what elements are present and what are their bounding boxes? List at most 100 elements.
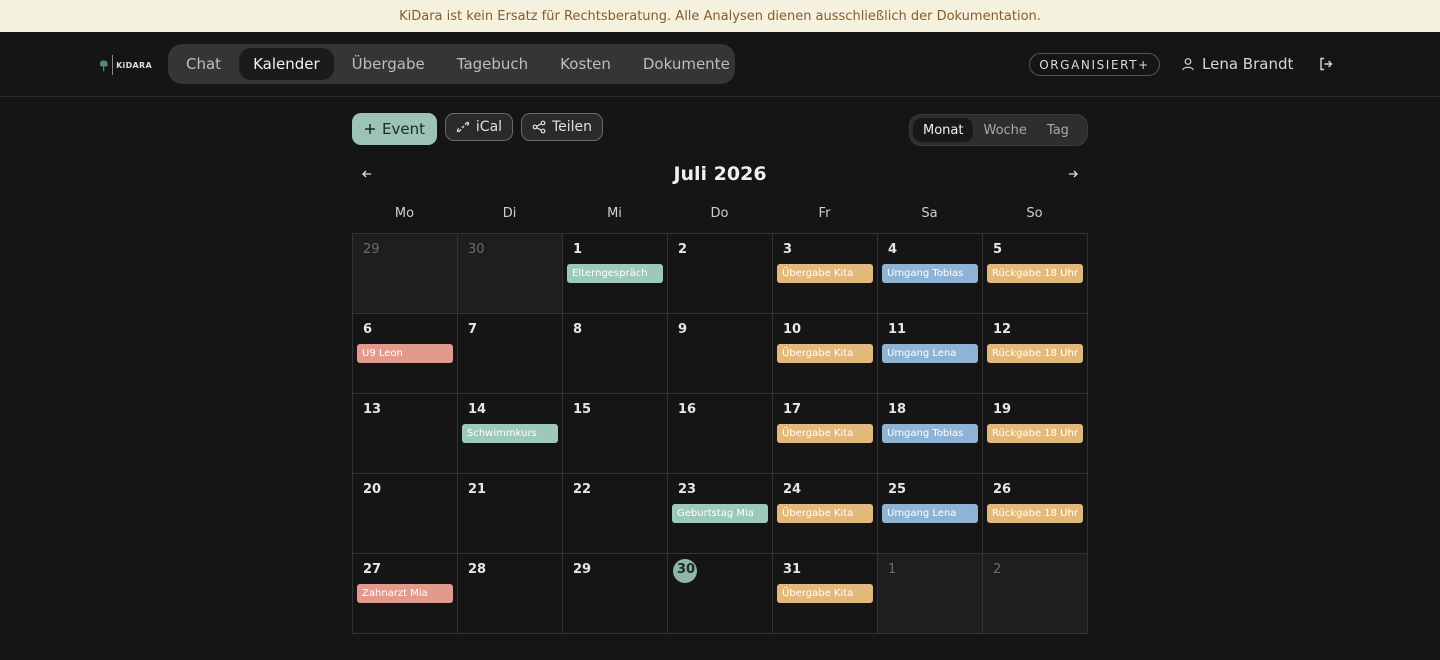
nav-item-kosten[interactable]: Kosten bbox=[546, 48, 625, 80]
calendar-day-cell[interactable]: 18 Umgang Tobias bbox=[878, 394, 983, 474]
calendar-event[interactable]: Rückgabe 18 Uhr bbox=[987, 264, 1083, 283]
calendar-day-cell[interactable]: 3 Übergabe Kita bbox=[773, 234, 878, 314]
calendar-event[interactable]: Schwimmkurs bbox=[462, 424, 558, 443]
calendar-event[interactable]: Übergabe Kita bbox=[777, 504, 873, 523]
calendar-event[interactable]: Zahnarzt Mia bbox=[357, 584, 453, 603]
day-number: 29 bbox=[573, 562, 592, 577]
calendar-day-cell[interactable]: 28 bbox=[458, 554, 563, 634]
nav-item-chat[interactable]: Chat bbox=[172, 48, 235, 80]
share-button[interactable]: Teilen bbox=[521, 113, 603, 141]
plus-icon bbox=[365, 124, 375, 134]
app-logo[interactable]: KiDARA bbox=[98, 52, 152, 78]
view-month-tab[interactable]: Monat bbox=[913, 118, 974, 142]
calendar-day-cell[interactable]: 21 bbox=[458, 474, 563, 554]
day-number: 21 bbox=[468, 482, 487, 497]
tree-logo-icon bbox=[99, 60, 108, 72]
view-week-tab[interactable]: Woche bbox=[973, 118, 1036, 142]
calendar-day-cell[interactable]: 22 bbox=[563, 474, 668, 554]
day-number: 20 bbox=[363, 482, 382, 497]
day-number: 17 bbox=[783, 402, 802, 417]
arrow-right-icon[interactable] bbox=[1067, 168, 1079, 180]
main-nav: Chat Kalender Übergabe Tagebuch Kosten D… bbox=[168, 44, 735, 84]
calendar-day-cell[interactable]: 24 Übergabe Kita bbox=[773, 474, 878, 554]
calendar-event[interactable]: Rückgabe 18 Uhr bbox=[987, 504, 1083, 523]
calendar-day-cell[interactable]: 30 bbox=[458, 234, 563, 314]
calendar-day-cell[interactable]: 7 bbox=[458, 314, 563, 394]
calendar-event[interactable]: Umgang Tobias bbox=[882, 264, 978, 283]
user-menu[interactable]: Lena Brandt bbox=[1181, 54, 1293, 74]
calendar-event[interactable]: Umgang Tobias bbox=[882, 424, 978, 443]
calendar-day-cell[interactable]: 2 bbox=[668, 234, 773, 314]
day-number: 19 bbox=[993, 402, 1012, 417]
calendar-event[interactable]: Umgang Lena bbox=[882, 344, 978, 363]
calendar-day-cell[interactable]: 16 bbox=[668, 394, 773, 474]
calendar-day-cell[interactable]: 2 bbox=[983, 554, 1088, 634]
weekday-label: Do bbox=[710, 206, 729, 221]
day-number: 30 bbox=[468, 242, 485, 257]
nav-item-dokumente[interactable]: Dokumente bbox=[629, 48, 744, 80]
logo-divider bbox=[112, 55, 114, 75]
calendar-day-cell[interactable]: 31 Übergabe Kita bbox=[773, 554, 878, 634]
add-event-button[interactable]: Event bbox=[352, 113, 437, 145]
logout-icon[interactable] bbox=[1318, 56, 1334, 72]
calendar-grid: 29 30 1 Elterngespräch 2 3 Übergabe Kita 4 Umgan… bbox=[352, 233, 1088, 634]
calendar-day-cell[interactable]: 17 Übergabe Kita bbox=[773, 394, 878, 474]
day-number: 30 bbox=[677, 562, 696, 577]
calendar-day-cell[interactable]: 10 Übergabe Kita bbox=[773, 314, 878, 394]
calendar-day-cell[interactable]: 8 bbox=[563, 314, 668, 394]
calendar-day-cell[interactable]: 27 Zahnarzt Mia bbox=[353, 554, 458, 634]
share-label: Teilen bbox=[551, 119, 593, 135]
day-number: 23 bbox=[678, 482, 697, 497]
month-header: Juli 2026 bbox=[352, 160, 1088, 190]
calendar-day-cell[interactable]: 5 Rückgabe 18 Uhr bbox=[983, 234, 1088, 314]
weekday-label: Mi bbox=[607, 206, 622, 221]
calendar-event[interactable]: Umgang Lena bbox=[882, 504, 978, 523]
day-number: 29 bbox=[363, 242, 380, 257]
logo-wordmark: KiDARA bbox=[116, 60, 152, 70]
weekday-label: Mo bbox=[394, 206, 415, 221]
calendar-event[interactable]: Übergabe Kita bbox=[777, 264, 873, 283]
day-number: 13 bbox=[363, 402, 382, 417]
weekday-header: Mo Di Mi Do Fr Sa So bbox=[352, 206, 1088, 228]
calendar-day-cell[interactable]: 23 Geburtstag Mia bbox=[668, 474, 773, 554]
calendar-event[interactable]: Übergabe Kita bbox=[777, 584, 873, 603]
ical-button[interactable]: iCal bbox=[445, 113, 513, 141]
calendar-day-cell[interactable]: 20 bbox=[353, 474, 458, 554]
calendar-day-cell[interactable]: 9 bbox=[668, 314, 773, 394]
nav-item-uebergabe[interactable]: Übergabe bbox=[338, 48, 439, 80]
nav-item-kalender[interactable]: Kalender bbox=[239, 48, 334, 80]
calendar-event[interactable]: Elterngespräch bbox=[567, 264, 663, 283]
calendar-toolbar: Event iCal Teilen Monat Woche Tag bbox=[352, 113, 1088, 146]
plan-badge[interactable]: ORGANISIERT+ bbox=[1029, 53, 1160, 76]
calendar-day-cell[interactable]: 4 Umgang Tobias bbox=[878, 234, 983, 314]
calendar-day-cell[interactable]: 11 Umgang Lena bbox=[878, 314, 983, 394]
day-number: 22 bbox=[573, 482, 592, 497]
calendar-day-cell[interactable]: 26 Rückgabe 18 Uhr bbox=[983, 474, 1088, 554]
day-number: 10 bbox=[783, 322, 802, 337]
day-number: 5 bbox=[993, 242, 1003, 257]
calendar-event[interactable]: U9 Leon bbox=[357, 344, 453, 363]
calendar-day-cell[interactable]: 19 Rückgabe 18 Uhr bbox=[983, 394, 1088, 474]
calendar-day-cell[interactable]: 12 Rückgabe 18 Uhr bbox=[983, 314, 1088, 394]
calendar-day-cell[interactable]: 29 bbox=[563, 554, 668, 634]
calendar-event[interactable]: Rückgabe 18 Uhr bbox=[987, 424, 1083, 443]
calendar-day-cell[interactable]: 25 Umgang Lena bbox=[878, 474, 983, 554]
calendar-day-cell[interactable]: 1 Elterngespräch bbox=[563, 234, 668, 314]
calendar-day-cell[interactable]: 15 bbox=[563, 394, 668, 474]
share-icon bbox=[532, 120, 546, 134]
calendar-day-cell[interactable]: 14 Schwimmkurs bbox=[458, 394, 563, 474]
top-navigation-bar: KiDARA Chat Kalender Übergabe Tagebuch K… bbox=[0, 32, 1440, 97]
day-number: 26 bbox=[993, 482, 1012, 497]
day-number: 18 bbox=[888, 402, 907, 417]
view-day-tab[interactable]: Tag bbox=[1037, 118, 1079, 142]
calendar-event[interactable]: Übergabe Kita bbox=[777, 424, 873, 443]
calendar-day-cell[interactable]: 6 U9 Leon bbox=[353, 314, 458, 394]
calendar-day-cell[interactable]: 1 bbox=[878, 554, 983, 634]
calendar-day-cell[interactable]: 29 bbox=[353, 234, 458, 314]
calendar-event[interactable]: Übergabe Kita bbox=[777, 344, 873, 363]
nav-item-tagebuch[interactable]: Tagebuch bbox=[443, 48, 542, 80]
calendar-day-cell[interactable]: 13 bbox=[353, 394, 458, 474]
calendar-event[interactable]: Geburtstag Mia bbox=[672, 504, 768, 523]
calendar-event[interactable]: Rückgabe 18 Uhr bbox=[987, 344, 1083, 363]
calendar-day-cell[interactable]: 30 bbox=[668, 554, 773, 634]
